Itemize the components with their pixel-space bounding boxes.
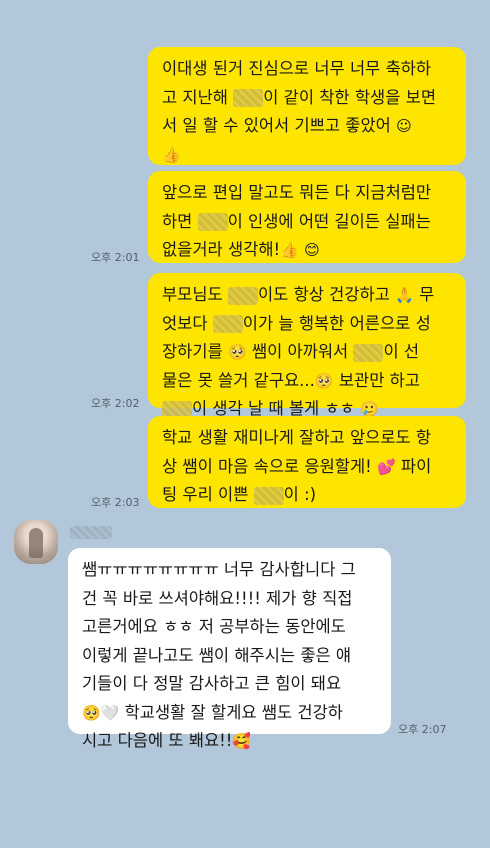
message-line: 이렇게 끝나고도 쌤이 해주시는 좋은 얘 <box>82 642 377 671</box>
message-text: 이 :) <box>283 485 317 504</box>
redacted-name <box>212 315 243 333</box>
emoji-icon: 🥺 <box>314 371 334 390</box>
avatar-photo <box>29 528 43 558</box>
message-text: 부모님도 <box>162 285 228 304</box>
message-timestamp-2: 오후 2:01 <box>91 251 140 264</box>
message-text: 이 같이 착한 학생을 보면 <box>263 87 436 107</box>
emoji-icon: 🤍 <box>100 703 120 722</box>
emoji-icon: 💕 <box>377 457 396 476</box>
message-line: 앞으로 편입 말고도 뭐든 다 지금처럼만 <box>162 179 452 208</box>
message-text: 고른거에요 ㅎㅎ 저 공부하는 동안에도 <box>82 617 346 636</box>
message-timestamp-3: 오후 2:02 <box>91 397 140 410</box>
message-line: 👍 <box>162 141 452 170</box>
message-text: 하면 <box>162 211 198 231</box>
message-line: 고른거에요 ㅎㅎ 저 공부하는 동안에도 <box>82 613 377 642</box>
message-line: 학교 생활 재미나게 잘하고 앞으로도 항 <box>162 424 452 453</box>
message-line: 물은 못 쓸거 같구요...🥺 보관만 하고 <box>162 367 452 396</box>
message-line: 🥺🤍 학교생활 잘 할게요 쌤도 건강하 <box>82 699 377 728</box>
sender-name-redacted <box>70 526 112 539</box>
message-line: 서 일 할 수 있어서 기쁘고 좋았어 ☺ <box>162 112 452 141</box>
message-timestamp-4: 오후 2:03 <box>91 496 140 509</box>
message-line: 엇보다 이가 늘 행복한 어른으로 성 <box>162 310 452 339</box>
message-text: 없을거라 생각해! <box>162 240 281 259</box>
message-line: 하면 이 인생에 어떤 길이든 실패는 <box>162 208 452 237</box>
message-text: 학교생활 잘 할게요 쌤도 건강하 <box>119 702 343 722</box>
redacted-name <box>253 486 284 505</box>
message-text: 이대생 된거 진심으로 너무 너무 축하하 <box>162 59 432 78</box>
message-text: 시고 다음에 또 봬요!! <box>82 731 233 750</box>
message-text: 이 선 <box>383 342 420 361</box>
message-text: 장하기를 <box>162 342 228 361</box>
emoji-icon: 🥺 <box>82 703 101 722</box>
message-text: 무 <box>413 285 435 304</box>
outgoing-message-3[interactable]: 부모님도 이도 항상 건강하고 🙏 무 엇보다 이가 늘 행복한 어른으로 성 장하… <box>148 273 466 419</box>
message-text: 쌤ㅠㅠㅠㅠㅠㅠㅠㅠ 너무 감사합니다 그 <box>82 560 356 579</box>
message-text: 팅 우리 이쁜 <box>162 485 254 504</box>
message-text: 파이 <box>395 456 432 476</box>
message-text: 쌤이 아까워서 <box>246 342 354 361</box>
message-line: 이대생 된거 진심으로 너무 너무 축하하 <box>162 55 452 84</box>
message-text: 상 쌤이 마음 속으로 응원할게! <box>162 456 377 476</box>
outgoing-message-4[interactable]: 학교 생활 재미나게 잘하고 앞으로도 항상 쌤이 마음 속으로 응원할게! 💕… <box>148 416 466 508</box>
emoji-icon: 🙏 <box>395 286 414 304</box>
message-text: 이가 늘 행복한 어른으로 성 <box>242 313 431 333</box>
message-text: 이렇게 끝나고도 쌤이 해주시는 좋은 얘 <box>82 645 352 665</box>
message-text: 이 인생에 어떤 길이든 실패는 <box>227 211 431 231</box>
redacted-name <box>353 343 384 362</box>
emoji-icon: ☺ <box>396 117 412 135</box>
redacted-name <box>197 213 228 231</box>
message-line: 건 꼭 바로 쓰셔야해요!!!! 제가 향 직접 <box>82 585 377 614</box>
message-line: 팅 우리 이쁜 이 :) <box>162 481 452 510</box>
message-text: 이도 항상 건강하고 <box>257 285 396 304</box>
outgoing-message-2[interactable]: 앞으로 편입 말고도 뭐든 다 지금처럼만하면 이 인생에 어떤 길이든 실패는… <box>148 171 466 263</box>
emoji-icon: 🥰 <box>232 732 252 750</box>
message-line: 고 지난해 이 같이 착한 학생을 보면 <box>162 84 452 113</box>
message-text: 기들이 다 정말 감사하고 큰 힘이 돼요 <box>82 674 342 693</box>
message-timestamp-5: 오후 2:07 <box>398 723 447 736</box>
message-text: 서 일 할 수 있어서 기쁘고 좋았어 <box>162 116 397 135</box>
incoming-message-1[interactable]: 쌤ㅠㅠㅠㅠㅠㅠㅠㅠ 너무 감사합니다 그건 꼭 바로 쓰셔야해요!!!! 제가 … <box>68 548 391 750</box>
redacted-name <box>227 286 258 305</box>
message-text: 건 꼭 바로 쓰셔야해요!!!! 제가 향 직접 <box>82 588 353 608</box>
message-text: 고 지난해 <box>162 87 234 107</box>
emoji-icon: 👍 <box>162 145 181 164</box>
outgoing-message-1[interactable]: 이대생 된거 진심으로 너무 너무 축하하고 지난해 이 같이 착한 학생을 보… <box>148 47 466 165</box>
message-line: 없을거라 생각해!👍 😊 <box>162 236 452 265</box>
message-line: 부모님도 이도 항상 건강하고 🙏 무 <box>162 281 452 310</box>
emoji-icon: 😊 <box>304 241 320 259</box>
message-line: 쌤ㅠㅠㅠㅠㅠㅠㅠㅠ 너무 감사합니다 그 <box>82 556 377 585</box>
message-line: 기들이 다 정말 감사하고 큰 힘이 돼요 <box>82 670 377 699</box>
emoji-icon: 👍 <box>280 241 299 259</box>
message-line: 장하기를 🥺 쌤이 아까워서 이 선 <box>162 338 452 367</box>
message-line: 상 쌤이 마음 속으로 응원할게! 💕 파이 <box>162 453 452 482</box>
sender-avatar[interactable] <box>14 520 58 564</box>
message-text: 학교 생활 재미나게 잘하고 앞으로도 항 <box>162 428 432 447</box>
redacted-name <box>233 89 264 107</box>
message-text: 앞으로 편입 말고도 뭐든 다 지금처럼만 <box>162 183 432 202</box>
emoji-icon: 🥺 <box>227 343 247 361</box>
message-text: 보관만 하고 <box>333 370 420 390</box>
message-line: 시고 다음에 또 봬요!!🥰 <box>82 727 377 756</box>
message-text: 물은 못 쓸거 같구요... <box>162 370 315 390</box>
message-text: 엇보다 <box>162 313 213 333</box>
